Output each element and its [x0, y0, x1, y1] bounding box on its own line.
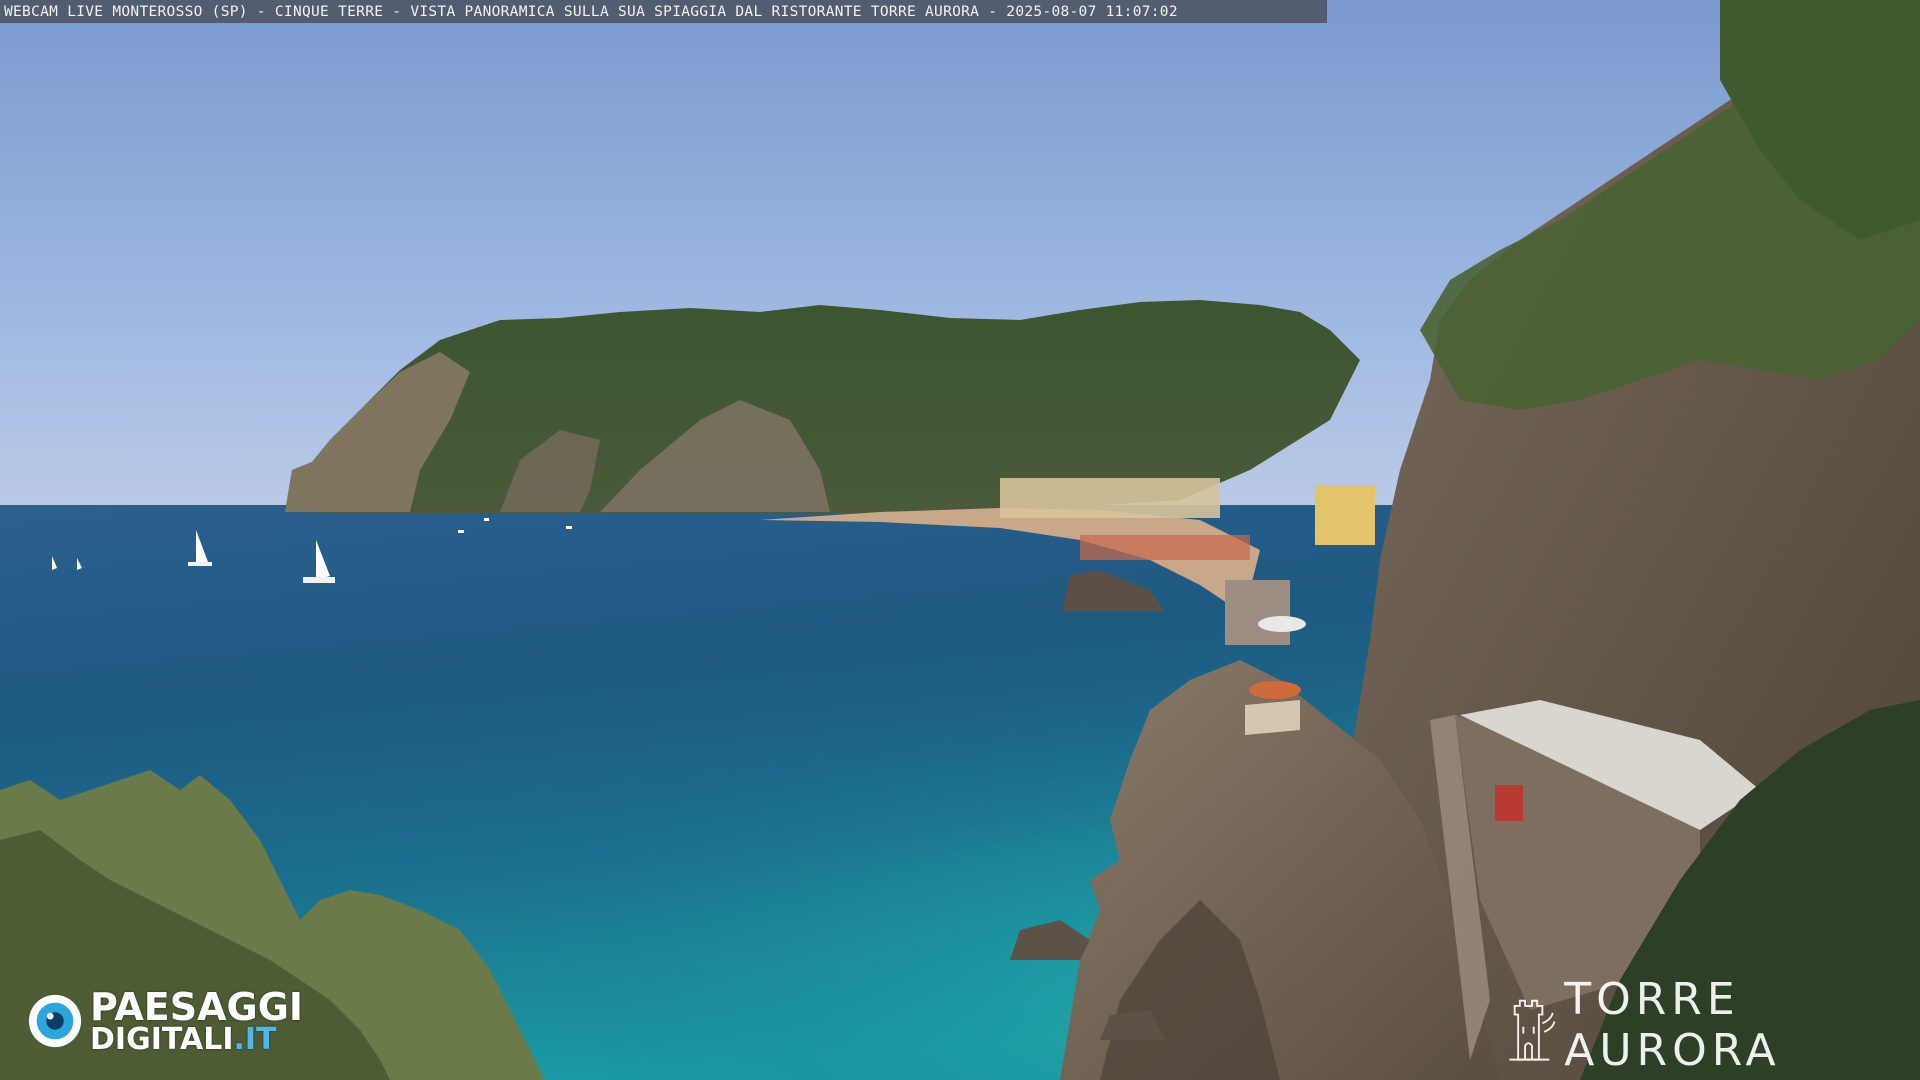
beach-umbrellas: [1080, 535, 1250, 560]
white-umbrella: [1258, 616, 1306, 632]
logo-text-digitali: DIGITALI.IT: [90, 1021, 303, 1057]
logo-text-digitali-main: DIGITALI: [90, 1021, 234, 1057]
caption-bar: WEBCAM LIVE MONTEROSSO (SP) - CINQUE TER…: [0, 0, 1327, 23]
town-building-yellow: [1315, 485, 1375, 545]
logo-text-domain: .IT: [233, 1021, 277, 1057]
caption-text: WEBCAM LIVE MONTEROSSO (SP) - CINQUE TER…: [4, 3, 1178, 20]
webcam-frame: WEBCAM LIVE MONTEROSSO (SP) - CINQUE TER…: [0, 0, 1920, 1080]
red-awning: [1495, 785, 1523, 821]
town-building-grey: [1225, 580, 1290, 645]
logo-text-paesaggi: PAESAGGI: [90, 984, 304, 1029]
lower-terrace: [1245, 700, 1300, 735]
brand-text-torre-aurora: TORRE AURORA: [1564, 974, 1781, 1076]
orange-umbrella: [1249, 681, 1301, 699]
torre-aurora-logo: TORRE AURORA: [1506, 974, 1920, 1076]
paesaggi-digitali-logo: PAESAGGI DIGITALI.IT: [26, 986, 303, 1056]
panorama-scene: [0, 0, 1920, 1080]
tower-icon: [1509, 999, 1556, 1061]
eye-icon: [28, 994, 82, 1048]
town-buildings: [1000, 478, 1220, 518]
